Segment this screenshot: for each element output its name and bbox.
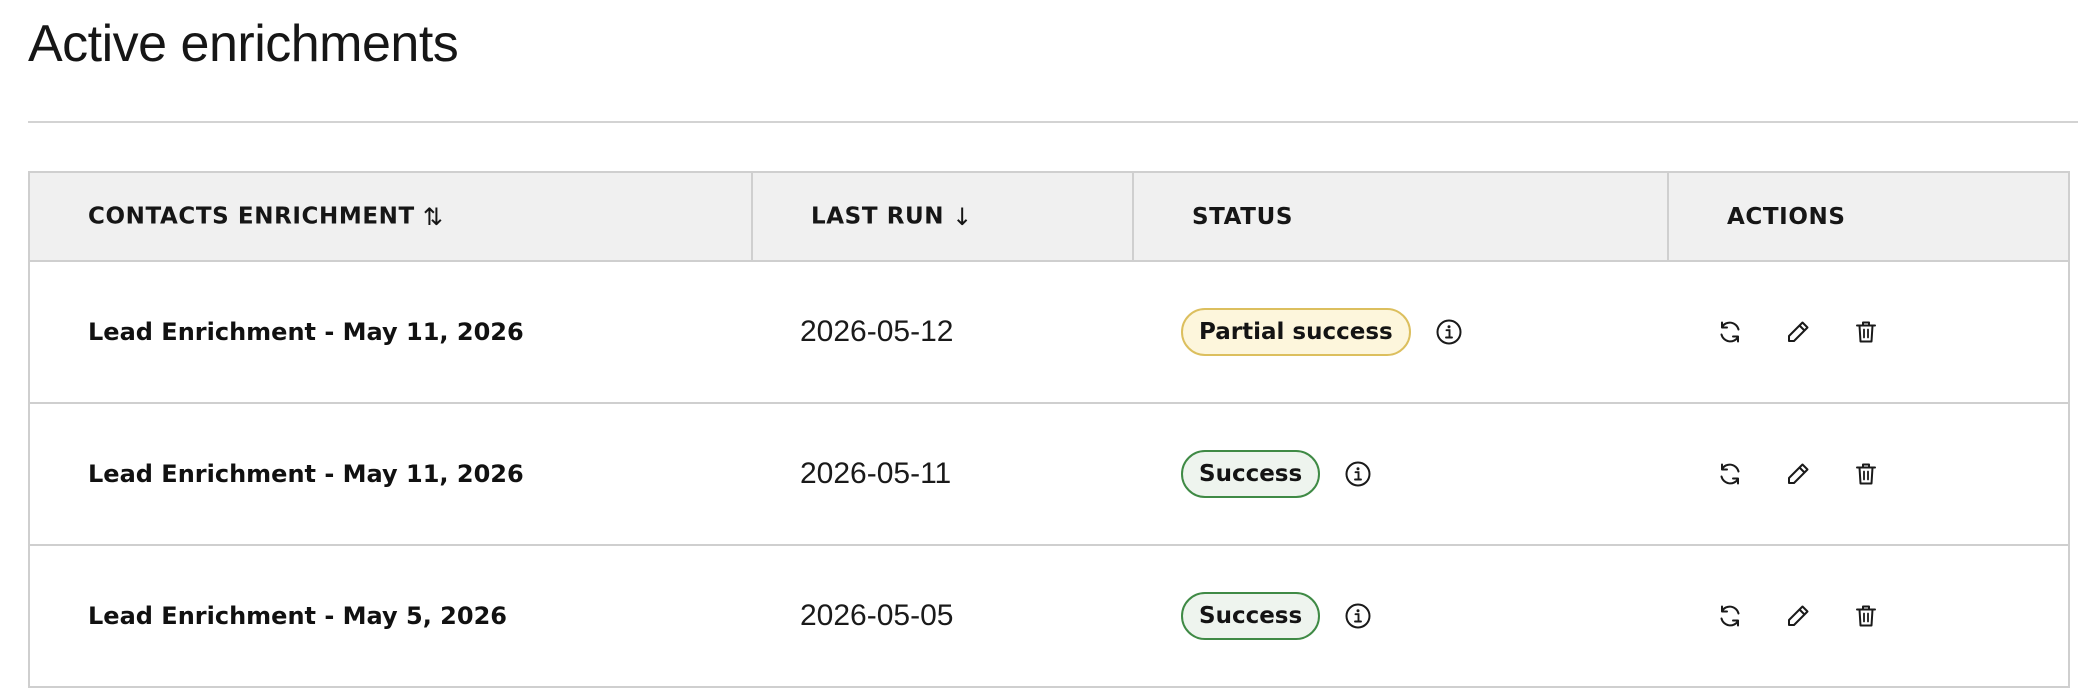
- page-title: Active enrichments: [28, 15, 459, 73]
- trash-icon[interactable]: [1852, 602, 1880, 630]
- refresh-icon[interactable]: [1716, 602, 1744, 630]
- refresh-icon[interactable]: [1716, 460, 1744, 488]
- pencil-icon[interactable]: [1784, 602, 1812, 630]
- last-run-date: 2026-05-05: [752, 545, 1133, 688]
- table-row: Lead Enrichment - May 11, 2026 2026-05-1…: [30, 403, 2068, 546]
- status-badge: Partial success: [1181, 308, 1411, 356]
- column-header-label: ACTIONS: [1727, 203, 1846, 230]
- table-header-row: CONTACTS ENRICHMENT ⇅ LAST RUN ↓ STATUS AC…: [30, 173, 2068, 262]
- actions-cell: [1668, 545, 2068, 688]
- column-header-label: CONTACTS ENRICHMENT: [88, 203, 415, 229]
- enrichment-name: Lead Enrichment - May 5, 2026: [30, 545, 752, 688]
- last-run-date: 2026-05-11: [752, 403, 1133, 546]
- column-header-contacts-enrichment[interactable]: CONTACTS ENRICHMENT ⇅: [30, 173, 753, 262]
- status-cell: Success: [1133, 403, 1668, 546]
- status-badge: Success: [1181, 592, 1321, 640]
- sort-down-icon[interactable]: ↓: [952, 203, 973, 231]
- title-divider: [28, 121, 2078, 123]
- status-cell: Partial success: [1133, 261, 1668, 404]
- column-header-status: STATUS: [1133, 173, 1669, 262]
- info-icon[interactable]: [1344, 460, 1372, 488]
- column-header-actions: ACTIONS: [1668, 173, 2068, 262]
- column-header-label: STATUS: [1192, 203, 1294, 230]
- table-row: Lead Enrichment - May 5, 2026 2026-05-05…: [30, 545, 2068, 688]
- enrichment-name: Lead Enrichment - May 11, 2026: [30, 261, 752, 404]
- column-header-label: LAST RUN: [811, 203, 945, 229]
- refresh-icon[interactable]: [1716, 318, 1744, 346]
- enrichments-table: CONTACTS ENRICHMENT ⇅ LAST RUN ↓ STATUS AC…: [28, 171, 2070, 688]
- info-icon[interactable]: [1344, 602, 1372, 630]
- column-header-last-run[interactable]: LAST RUN ↓: [752, 173, 1134, 262]
- enrichment-name: Lead Enrichment - May 11, 2026: [30, 403, 752, 546]
- pencil-icon[interactable]: [1784, 318, 1812, 346]
- table-row: Lead Enrichment - May 11, 2026 2026-05-1…: [30, 261, 2068, 404]
- status-badge: Success: [1181, 450, 1321, 498]
- trash-icon[interactable]: [1852, 460, 1880, 488]
- trash-icon[interactable]: [1852, 318, 1880, 346]
- last-run-date: 2026-05-12: [752, 261, 1133, 404]
- page: Active enrichments CONTACTS ENRICHMENT ⇅ …: [0, 0, 2098, 694]
- info-icon[interactable]: [1435, 318, 1463, 346]
- status-cell: Success: [1133, 545, 1668, 688]
- pencil-icon[interactable]: [1784, 460, 1812, 488]
- actions-cell: [1668, 261, 2068, 404]
- actions-cell: [1668, 403, 2068, 546]
- sort-both-icon[interactable]: ⇅: [423, 203, 444, 231]
